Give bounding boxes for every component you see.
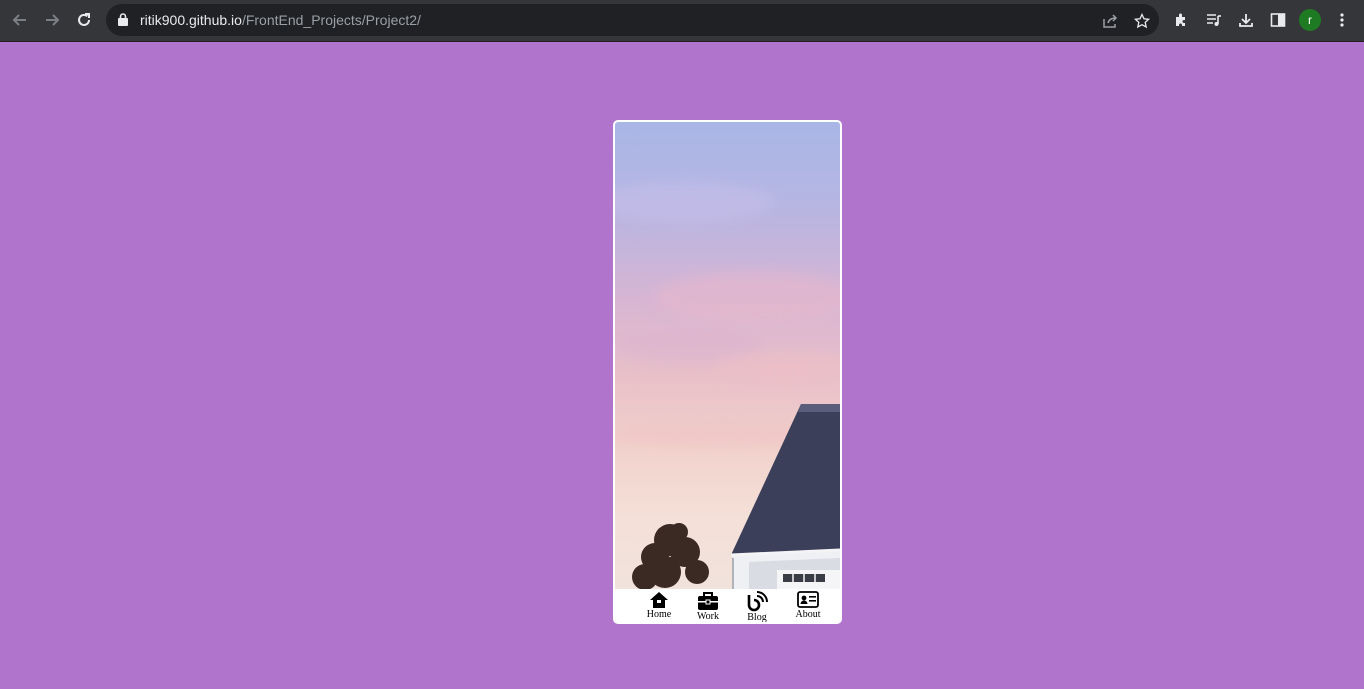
forward-icon[interactable] [40,8,64,32]
phone-frame: Home Work Blog About [613,120,842,624]
share-icon[interactable] [1100,11,1120,31]
url-text[interactable]: ritik900.github.io/FrontEnd_Projects/Pro… [140,12,421,28]
nav-home-label: Home [646,609,672,620]
home-icon [637,591,681,609]
nav-blog-label: Blog [747,612,767,623]
profile-avatar[interactable]: r [1299,9,1321,31]
nav-about[interactable]: About [786,591,830,620]
address-bar[interactable]: ritik900.github.io/FrontEnd_Projects/Pro… [106,4,1159,36]
nav-work-label: Work [697,611,719,622]
browser-toolbar: ritik900.github.io/FrontEnd_Projects/Pro… [0,0,1364,42]
download-icon[interactable] [1235,9,1257,31]
id-card-icon [786,591,830,609]
menu-icon[interactable] [1331,9,1353,31]
extensions-icon[interactable] [1171,9,1193,31]
house-sky-image [615,122,840,589]
blog-icon [735,591,779,612]
side-panel-icon[interactable] [1267,9,1289,31]
star-icon[interactable] [1132,11,1152,31]
nav-blog[interactable]: Blog [735,591,779,623]
nav-about-label: About [795,609,821,620]
briefcase-icon [686,591,730,611]
bottom-navigation: Home Work Blog About [615,589,840,623]
back-icon[interactable] [8,8,32,32]
url-path: /FrontEnd_Projects/Project2/ [241,12,421,28]
reload-icon[interactable] [72,8,96,32]
nav-work[interactable]: Work [686,591,730,622]
nav-home[interactable]: Home [637,591,681,620]
media-icon[interactable] [1203,9,1225,31]
url-host: ritik900.github.io [140,12,242,28]
lock-icon[interactable] [118,13,128,31]
